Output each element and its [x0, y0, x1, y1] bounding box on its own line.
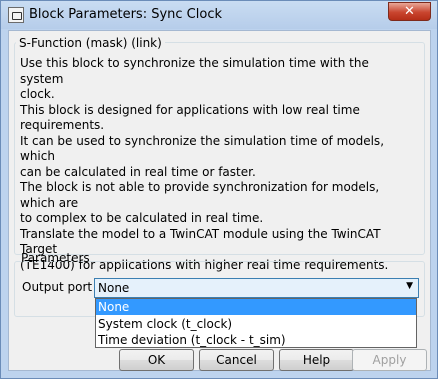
output-port-select[interactable]: None ▼ — [94, 278, 419, 298]
help-button[interactable]: Help — [279, 349, 354, 371]
block-description: Use this block to synchronize the simula… — [20, 56, 389, 272]
close-button[interactable]: ✕ — [388, 2, 431, 21]
mask-group-title: S-Function (mask) (link) — [16, 36, 165, 50]
dialog-window: Block Parameters: Sync Clock ✕ S-Functio… — [0, 0, 438, 379]
simulink-block-icon — [8, 7, 24, 23]
output-port-dropdown-list: None System clock (t_clock) Time deviati… — [95, 298, 417, 348]
dropdown-arrow-icon[interactable]: ▼ — [406, 281, 413, 291]
parameters-group-title: Parameters — [21, 251, 90, 265]
dropdown-option[interactable]: None — [96, 299, 416, 315]
window-title: Block Parameters: Sync Clock — [29, 7, 222, 22]
apply-button[interactable]: Apply — [352, 349, 427, 371]
dropdown-option[interactable]: System clock (t_clock) — [96, 316, 416, 332]
title-bar[interactable]: Block Parameters: Sync Clock — [1, 1, 437, 29]
output-port-selected-value: None — [98, 281, 130, 295]
cancel-button[interactable]: Cancel — [199, 349, 274, 371]
output-port-label: Output port — [22, 280, 93, 294]
ok-button[interactable]: OK — [119, 349, 194, 371]
dropdown-option[interactable]: Time deviation (t_clock - t_sim) — [96, 332, 416, 348]
